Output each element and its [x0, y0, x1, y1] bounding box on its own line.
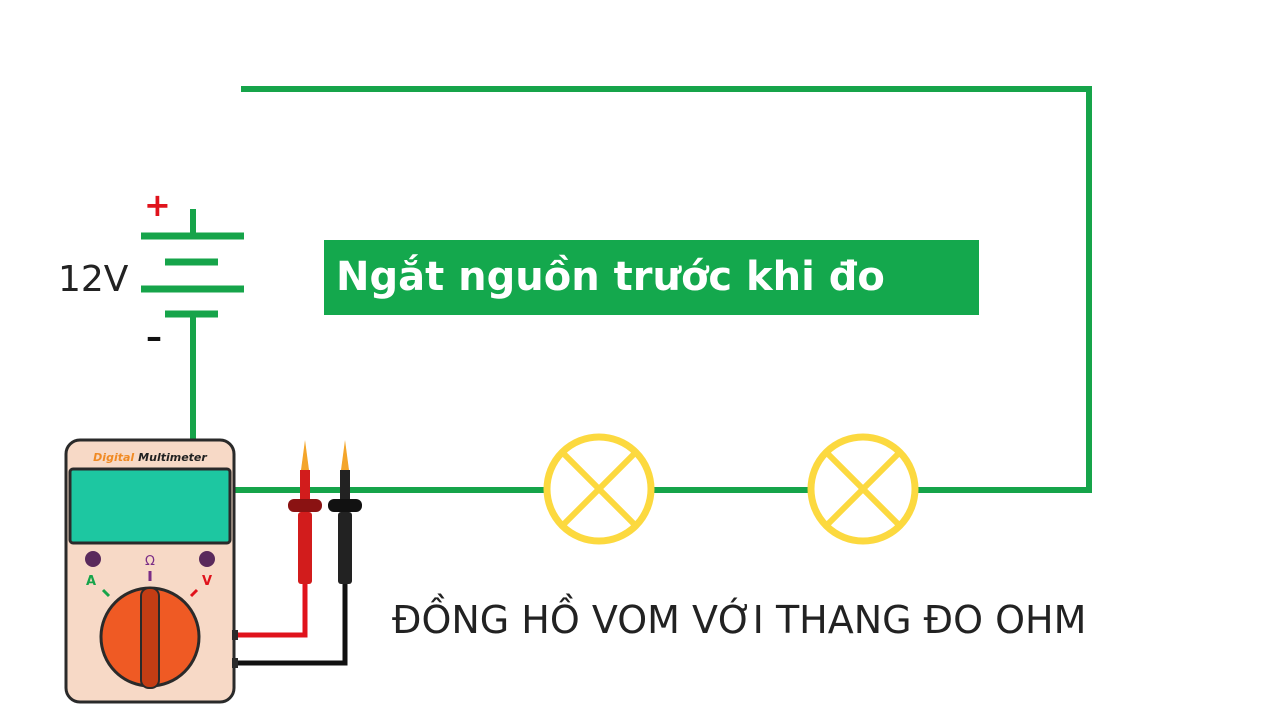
mode-label-ohm: Ω — [145, 554, 155, 569]
multimeter-brand: Digital Multimeter — [93, 451, 207, 464]
battery-plus-sign: + — [144, 186, 171, 224]
mode-label-volt: V — [202, 574, 212, 589]
black-probe — [328, 440, 362, 584]
lead-socket-bottom — [232, 658, 238, 668]
red-probe — [288, 440, 322, 584]
selector-pointer — [140, 587, 160, 689]
brand-word-digital: Digital — [93, 451, 134, 464]
red-lead-wire — [234, 578, 308, 638]
diagram-caption: ĐỒNG HỒ VOM VỚI THANG ĐO OHM — [392, 598, 1087, 642]
jack-right — [199, 551, 215, 567]
jack-left — [85, 551, 101, 567]
black-lead-wire — [234, 578, 348, 666]
battery-symbol — [141, 232, 244, 318]
lamp-1 — [543, 433, 655, 545]
lamp-2 — [807, 433, 919, 545]
warning-banner: Ngắt nguồn trước khi đo — [324, 240, 979, 315]
battery-minus-sign: – — [146, 318, 162, 356]
mode-label-amp: A — [86, 574, 96, 589]
brand-word-multimeter: Multimeter — [138, 451, 207, 464]
warning-banner-text: Ngắt nguồn trước khi đo — [336, 254, 885, 300]
lead-socket-top — [232, 630, 238, 640]
multimeter-screen — [68, 467, 232, 545]
battery-voltage-label: 12V — [58, 259, 129, 300]
multimeter: Digital Multimeter Ω A V — [64, 438, 238, 704]
